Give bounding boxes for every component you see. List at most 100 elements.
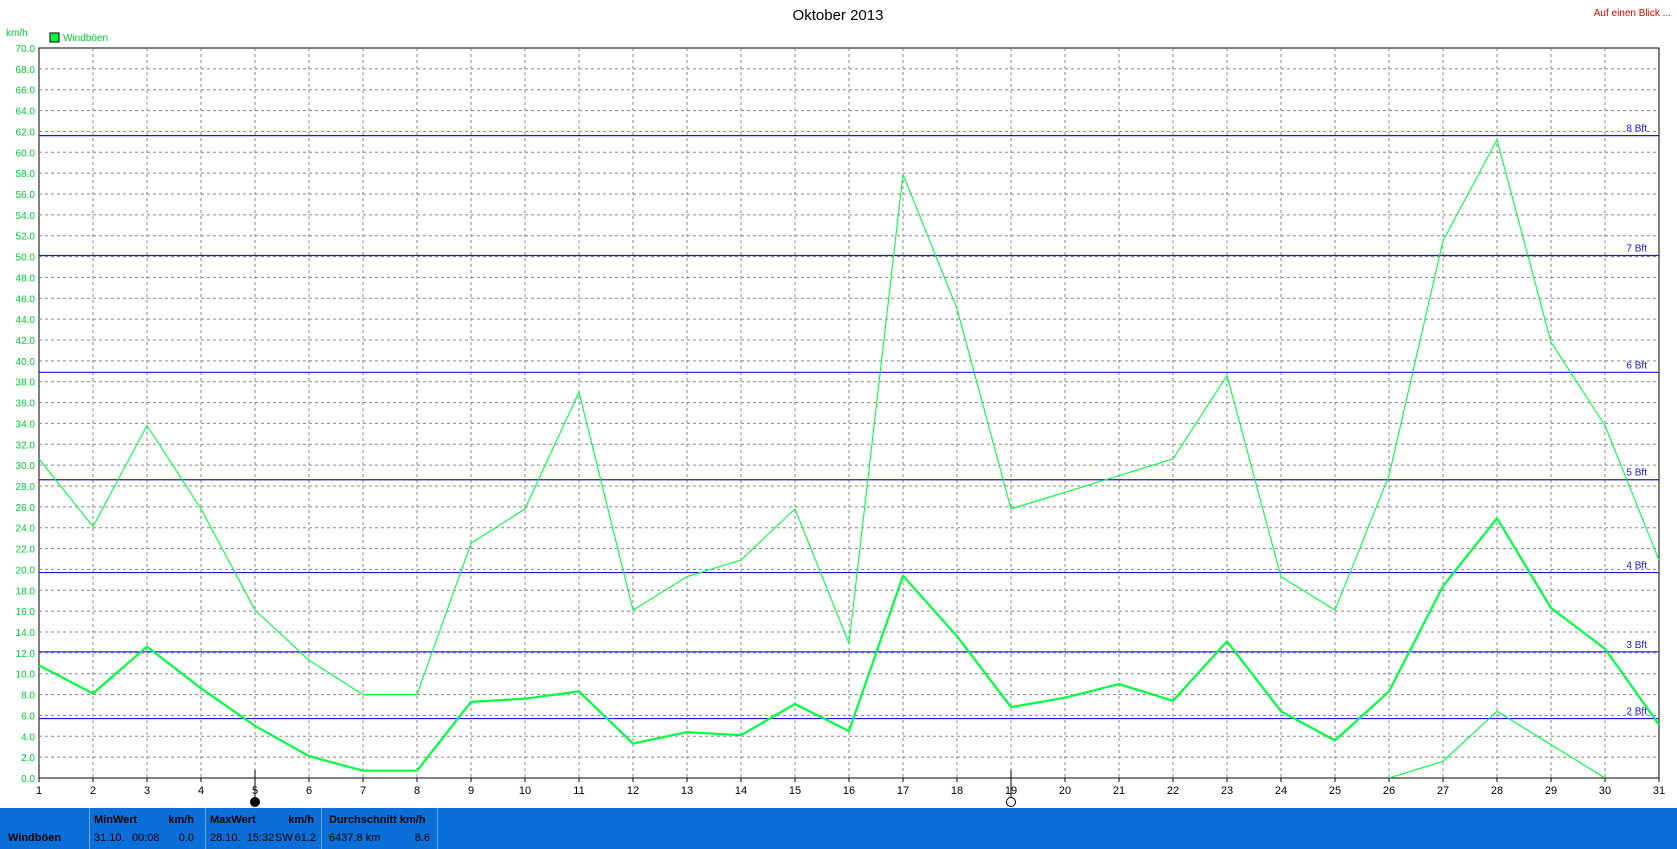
- x-tick-label: 9: [468, 785, 474, 797]
- max-datetime: 28.10. 15:32: [210, 832, 275, 844]
- y-tick-label: 18.0: [16, 586, 36, 597]
- x-tick-label: 10: [519, 785, 531, 797]
- y-tick-label: 56.0: [16, 190, 36, 201]
- y-tick-label: 30.0: [16, 461, 36, 472]
- x-tick-label: 14: [735, 785, 747, 797]
- beaufort-label: 2 Bft: [1626, 707, 1647, 718]
- x-tick-label: 4: [198, 785, 204, 797]
- y-tick-label: 10.0: [16, 670, 36, 681]
- beaufort-label: 7 Bft: [1626, 244, 1647, 255]
- full-moon-icon: [1006, 797, 1016, 807]
- y-axis-unit: km/h: [6, 28, 28, 39]
- chart: 2 Bft 3 Bft 4 Bft 5 Bft 6 Bft 7 Bft 8 Bft 0.0 2…: [6, 7, 1671, 807]
- y-tick-label: 16.0: [16, 607, 36, 618]
- min-value: 0.0: [178, 832, 194, 844]
- overview-link[interactable]: Auf einen Blick ...: [1594, 8, 1671, 19]
- new-moon-icon: [250, 797, 260, 807]
- summary-series-cell: Windböen: [0, 808, 88, 849]
- x-tick-label: 11: [573, 785, 584, 797]
- y-tick-label: 68.0: [16, 65, 36, 76]
- y-tick-label: 26.0: [16, 503, 36, 514]
- y-tick-label: 44.0: [16, 315, 36, 326]
- y-tick-label: 32.0: [16, 440, 36, 451]
- y-tick-label: 70.0: [16, 44, 36, 55]
- y-tick-label: 48.0: [16, 273, 36, 284]
- y-tick-label: 0.0: [21, 774, 35, 785]
- y-tick-label: 6.0: [21, 711, 35, 722]
- x-tick-label: 23: [1221, 785, 1233, 797]
- y-tick-label: 14.0: [16, 628, 36, 639]
- x-tick-label: 17: [897, 785, 909, 797]
- x-tick-label: 26: [1383, 785, 1395, 797]
- chart-title: Oktober 2013: [793, 7, 884, 24]
- summary-footer: Windböen MinWert km/h 31.10. 00:08 0.0 M…: [0, 808, 1677, 849]
- min-heading: MinWert: [94, 814, 138, 826]
- x-tick-label: 28: [1491, 785, 1503, 797]
- x-tick-label: 6: [306, 785, 312, 797]
- x-tick-label: 16: [843, 785, 855, 797]
- y-tick-label: 20.0: [16, 565, 36, 576]
- x-tick-label: 21: [1113, 785, 1125, 797]
- y-tick-label: 42.0: [16, 336, 36, 347]
- min-date: 31.10.: [94, 832, 125, 844]
- y-tick-label: 52.0: [16, 232, 36, 243]
- x-tick-label: 30: [1599, 785, 1611, 797]
- x-tick-label: 12: [627, 785, 639, 797]
- y-tick-label: 40.0: [16, 357, 36, 368]
- x-tick-label: 27: [1437, 785, 1449, 797]
- avg-value: 8.6: [414, 832, 430, 844]
- y-tick-label: 8.0: [21, 691, 35, 702]
- avg-heading: Durchschnitt km/h: [329, 814, 426, 826]
- summary-min-cell: MinWert km/h 31.10. 00:08 0.0: [90, 808, 200, 849]
- y-tick-label: 36.0: [16, 399, 36, 410]
- y-tick-label: 12.0: [16, 649, 36, 660]
- x-tick-label: 8: [414, 785, 420, 797]
- y-tick-label: 24.0: [16, 524, 36, 535]
- legend-label: Windböen: [63, 33, 108, 44]
- y-tick-label: 58.0: [16, 169, 36, 180]
- x-tick-label: 2: [90, 785, 96, 797]
- x-tick-label: 24: [1275, 785, 1287, 797]
- x-tick-label: 25: [1329, 785, 1341, 797]
- y-tick-label: 38.0: [16, 378, 36, 389]
- beaufort-label: 4 Bft: [1626, 561, 1647, 572]
- y-tick-label: 2.0: [21, 753, 35, 764]
- max-value: 61.2: [294, 832, 316, 844]
- y-tick-label: 60.0: [16, 148, 36, 159]
- y-tick-label: 34.0: [16, 419, 36, 430]
- summary-avg-cell: Durchschnitt km/h 6437.8 km 8.6: [322, 808, 436, 849]
- min-time: 00:08: [132, 832, 160, 844]
- y-tick-label: 66.0: [16, 86, 36, 97]
- y-tick-label: 50.0: [16, 253, 36, 264]
- summary-max-cell: MaxWert km/h 28.10. 15:32 SW 61.2: [206, 808, 320, 849]
- summary-divider: [437, 808, 438, 849]
- x-tick-label: 31: [1653, 785, 1665, 797]
- y-tick-label: 46.0: [16, 294, 36, 305]
- x-tick-label: 22: [1167, 785, 1179, 797]
- beaufort-label: 6 Bft: [1626, 360, 1647, 371]
- x-tick-label: 29: [1545, 785, 1557, 797]
- avg-distance: 6437.8 km: [329, 832, 381, 844]
- x-tick-label: 1: [36, 785, 42, 797]
- y-tick-label: 64.0: [16, 107, 36, 118]
- y-tick-label: 4.0: [21, 732, 35, 743]
- grid: [38, 47, 1660, 779]
- x-tick-label: 13: [681, 785, 693, 797]
- min-unit: km/h: [168, 814, 194, 826]
- max-direction: SW: [275, 832, 293, 844]
- legend-swatch: [49, 32, 60, 43]
- y-tick-label: 62.0: [16, 127, 36, 138]
- max-heading: MaxWert: [210, 814, 256, 826]
- x-tick-label: 15: [789, 785, 801, 797]
- max-unit: km/h: [288, 814, 314, 826]
- x-tick-label: 20: [1059, 785, 1071, 797]
- x-tick-label: 3: [144, 785, 150, 797]
- beaufort-label: 5 Bft: [1626, 468, 1647, 479]
- y-tick-label: 22.0: [16, 545, 36, 556]
- beaufort-label: 3 Bft: [1626, 640, 1647, 651]
- x-tick-label: 18: [951, 785, 963, 797]
- y-tick-label: 28.0: [16, 482, 36, 493]
- beaufort-label: 8 Bft: [1626, 124, 1647, 135]
- x-tick-label: 7: [360, 785, 366, 797]
- y-tick-label: 54.0: [16, 211, 36, 222]
